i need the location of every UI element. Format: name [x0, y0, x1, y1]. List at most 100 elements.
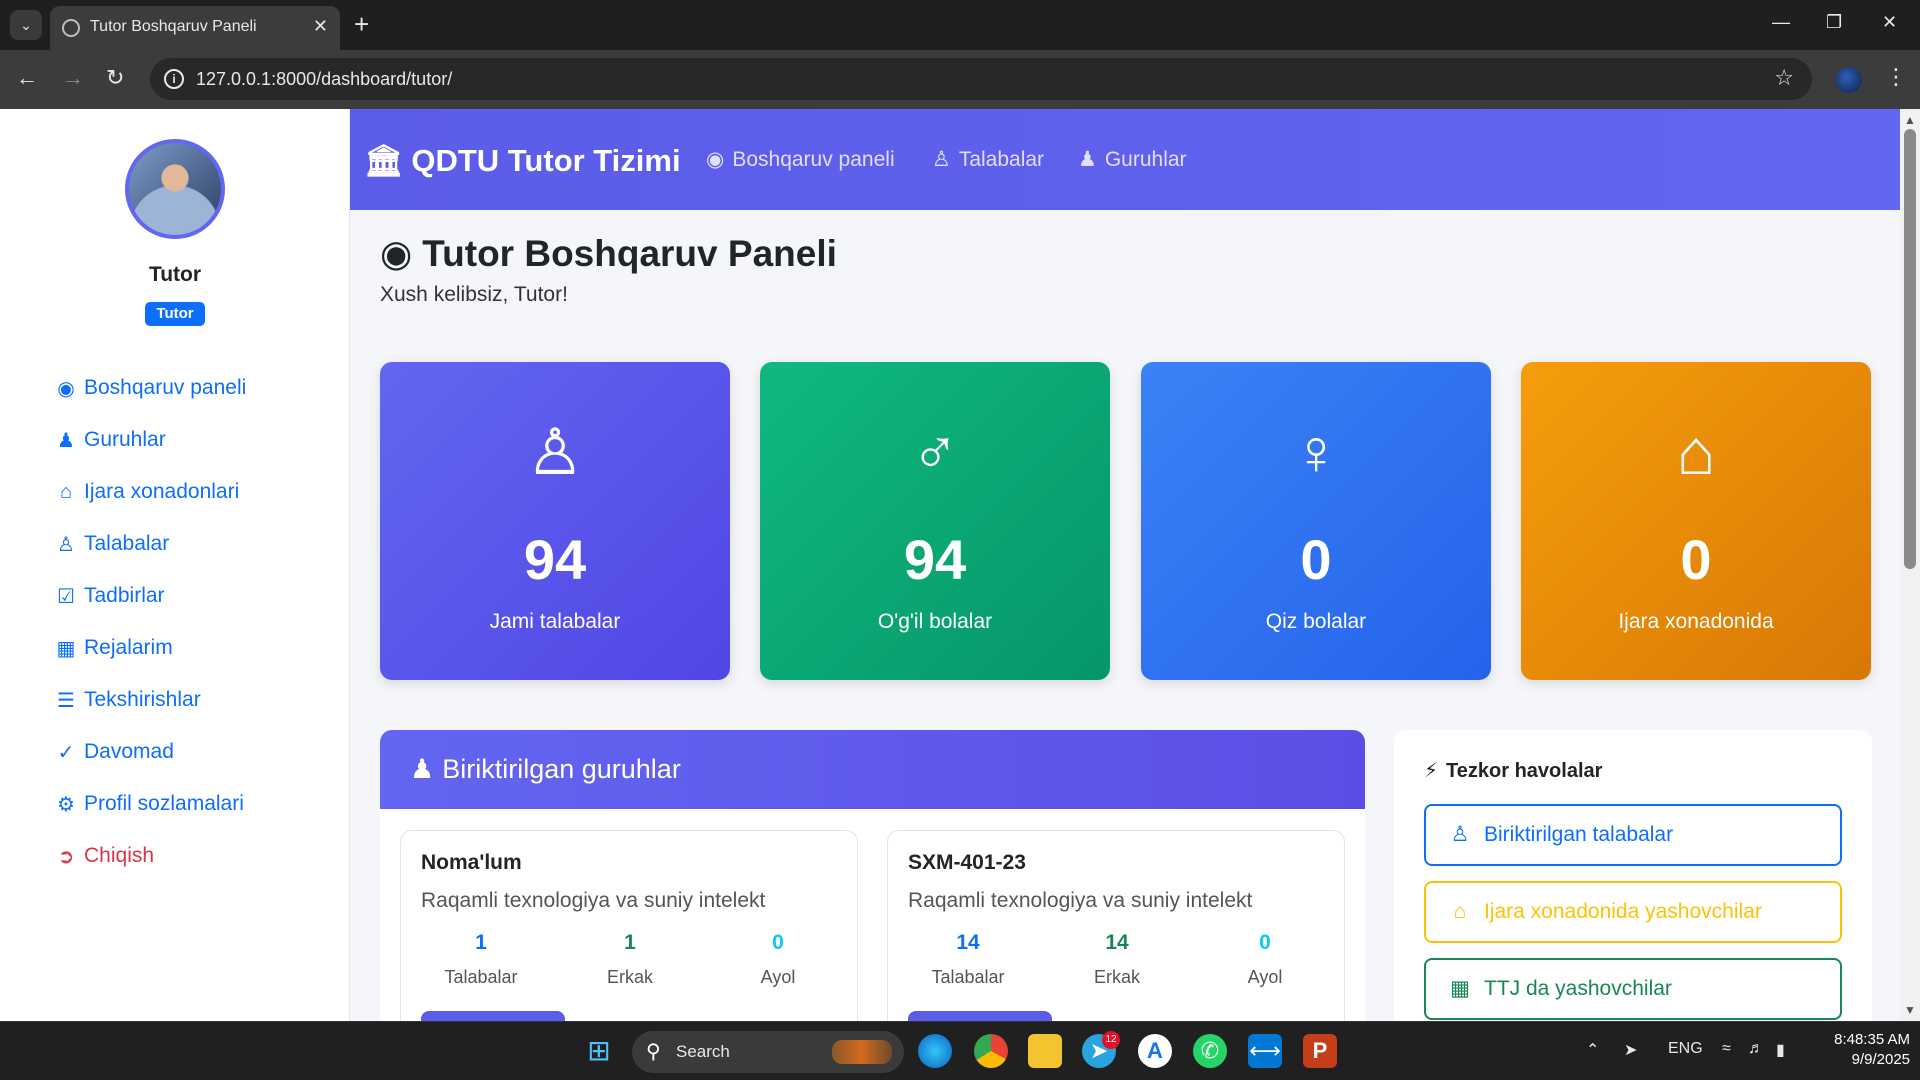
group-stat-value: 1	[624, 931, 636, 954]
stat-card-ijara: ⌂ 0 Ijara xonadonida	[1521, 362, 1871, 680]
address-bar[interactable]: i 127.0.0.1:8000/dashboard/tutor/ ☆	[150, 58, 1812, 100]
dashboard-icon: ◉	[706, 148, 725, 171]
chevron-up-icon[interactable]: ⌃	[1586, 1040, 1599, 1060]
sidebar-item-label: Profil sozlamalari	[84, 792, 244, 815]
sidebar-item-talabalar[interactable]: ♙ Talabalar	[54, 518, 246, 570]
profile-avatar-icon[interactable]	[1836, 67, 1862, 93]
group-card: Noma'lum Raqamli texnologiya va suniy in…	[400, 830, 858, 1021]
stat-value: 94	[523, 528, 587, 591]
sidebar-menu: ◉ Boshqaruv paneli ♟ Guruhlar ⌂ Ijara xo…	[54, 362, 247, 882]
sidebar-item-boshqaruv[interactable]: ◉ Boshqaruv paneli	[54, 362, 246, 414]
user-name: Tutor	[148, 263, 202, 286]
sidebar-item-ijara[interactable]: ⌂ Ijara xonadonlari	[54, 466, 246, 518]
group-stat-value: 14	[956, 931, 980, 954]
stat-card-ogil: ♂ 94 O'g'il bolalar	[760, 362, 1110, 680]
clock-time: 8:48:35 AM	[1834, 1031, 1910, 1048]
android-studio-icon[interactable]: A	[1138, 1034, 1172, 1068]
powerpoint-icon[interactable]: P	[1303, 1034, 1337, 1068]
top-navbar: 🏛 QDTU Tutor Tizimi ◉ Boshqaruv paneli ♙ Ta…	[350, 109, 1900, 210]
sidebar-item-tadbirlar[interactable]: ☑ Tadbirlar	[54, 570, 246, 622]
reload-button[interactable]: ↻	[106, 64, 124, 92]
home-icon: ⌂	[59, 480, 73, 503]
file-explorer-icon[interactable]	[1028, 1034, 1062, 1068]
wifi-icon[interactable]: ≈	[1722, 1040, 1731, 1058]
browser-tab-bar: ⌄ Tutor Boshqaruv Paneli ✕ + — ❐ ✕	[0, 0, 1920, 50]
tab-search-button[interactable]: ⌄	[10, 10, 42, 40]
sidebar-item-label: Tadbirlar	[84, 584, 165, 607]
sidebar-item-label: Ijara xonadonlari	[84, 480, 240, 503]
nav-link-boshqaruv[interactable]: ◉ Boshqaruv paneli	[706, 147, 895, 172]
sidebar-item-label: Davomad	[84, 740, 174, 763]
group-stat-label: Talabalar	[931, 967, 1005, 987]
group-details-button[interactable]	[908, 1011, 1052, 1021]
quick-link-label: TTJ da yashovchilar	[1484, 977, 1672, 1000]
group-description: Raqamli texnologiya va suniy intelekt	[908, 889, 1253, 912]
sidebar-item-chiqish[interactable]: ➲ Chiqish	[54, 830, 246, 882]
stat-label: Ijara xonadonida	[1618, 610, 1774, 633]
sidebar-item-label: Rejalarim	[84, 636, 173, 659]
nav-link-guruhlar[interactable]: ♟ Guruhlar	[1078, 147, 1187, 172]
chrome-icon[interactable]	[974, 1034, 1008, 1068]
url-text[interactable]: 127.0.0.1:8000/dashboard/tutor/	[196, 69, 452, 90]
minimize-button[interactable]: —	[1772, 12, 1790, 33]
restore-button[interactable]: ❐	[1826, 12, 1842, 33]
edge-icon[interactable]	[918, 1034, 952, 1068]
sidebar-item-tekshirishlar[interactable]: ☰ Tekshirishlar	[54, 674, 246, 726]
dashboard-icon: ◉	[380, 233, 413, 274]
group-stat-label: Erkak	[606, 967, 653, 987]
bolt-icon: ⚡	[1424, 760, 1439, 782]
nav-link-talabalar[interactable]: ♙ Talabalar	[932, 147, 1044, 172]
group-stat-value: 0	[1259, 931, 1271, 954]
sidebar-item-profil[interactable]: ⚙ Profil sozlamalari	[54, 778, 246, 830]
search-highlight-image	[832, 1040, 892, 1064]
back-button[interactable]: ←	[16, 64, 38, 92]
volume-icon[interactable]: ♬	[1748, 1040, 1764, 1058]
group-card: SXM-401-23 Raqamli texnologiya va suniy …	[887, 830, 1345, 1021]
telegram-tray-icon[interactable]: ➤	[1624, 1040, 1637, 1060]
stat-label: Jami talabalar	[489, 610, 621, 633]
role-badge: Tutor	[145, 302, 205, 326]
browser-tab[interactable]: Tutor Boshqaruv Paneli ✕	[50, 6, 340, 50]
forward-button[interactable]: →	[62, 64, 84, 92]
group-stat-value: 1	[475, 931, 487, 954]
battery-icon[interactable]: ▮	[1776, 1040, 1785, 1060]
group-stat-students: 14 Talabalar	[893, 931, 1043, 988]
stat-value: 0	[1680, 528, 1712, 591]
groups-header-text: Biriktirilgan guruhlar	[442, 754, 681, 784]
users-icon: ♟	[410, 754, 435, 784]
system-clock[interactable]: 8:48:35 AM 9/9/2025	[1810, 1030, 1910, 1070]
start-icon[interactable]: ⊞	[582, 1034, 616, 1068]
site-info-icon[interactable]: i	[164, 69, 184, 89]
group-stat-male: 1 Erkak	[555, 931, 705, 988]
scroll-thumb[interactable]	[1904, 129, 1916, 569]
search-icon: ⚲	[646, 1041, 661, 1063]
browser-menu-icon[interactable]: ⋮	[1885, 64, 1907, 90]
group-details-button[interactable]	[421, 1011, 565, 1021]
quick-link-talabalar[interactable]: ♙ Biriktirilgan talabalar	[1424, 804, 1842, 866]
quick-link-ttj[interactable]: ▦ TTJ da yashovchilar	[1424, 958, 1842, 1020]
vscode-icon[interactable]: ⟷	[1248, 1034, 1282, 1068]
page-scrollbar[interactable]: ▲ ▼	[1900, 109, 1920, 1021]
close-window-button[interactable]: ✕	[1882, 12, 1897, 33]
nav-link-label: Boshqaruv paneli	[732, 148, 895, 171]
nav-link-label: Guruhlar	[1104, 148, 1187, 171]
language-indicator[interactable]: ENG	[1668, 1040, 1703, 1058]
scroll-down-icon[interactable]: ▼	[1904, 1003, 1916, 1017]
taskbar-search[interactable]: ⚲ Search	[632, 1031, 904, 1073]
quick-link-label: Ijara xonadonida yashovchilar	[1484, 900, 1762, 923]
scroll-up-icon[interactable]: ▲	[1904, 113, 1916, 127]
brand-link[interactable]: 🏛 QDTU Tutor Tizimi	[364, 142, 681, 179]
group-name: SXM-401-23	[908, 851, 1026, 874]
house-icon: ⌂	[1676, 416, 1716, 488]
assigned-groups-panel: ♟ Biriktirilgan guruhlar Noma'lum Raqamli…	[380, 730, 1365, 1021]
calendar-icon: ▦	[56, 637, 76, 660]
new-tab-button[interactable]: +	[354, 10, 369, 38]
whatsapp-icon[interactable]: ✆	[1193, 1034, 1227, 1068]
clipboard-list-icon: ☰	[57, 689, 75, 712]
sidebar-item-davomad[interactable]: ✓ Davomad	[54, 726, 246, 778]
quick-link-ijara[interactable]: ⌂ Ijara xonadonida yashovchilar	[1424, 881, 1842, 943]
close-tab-icon[interactable]: ✕	[313, 16, 328, 37]
sidebar-item-rejalarim[interactable]: ▦ Rejalarim	[54, 622, 246, 674]
bookmark-star-icon[interactable]: ☆	[1774, 65, 1794, 91]
sidebar-item-guruhlar[interactable]: ♟ Guruhlar	[54, 414, 246, 466]
